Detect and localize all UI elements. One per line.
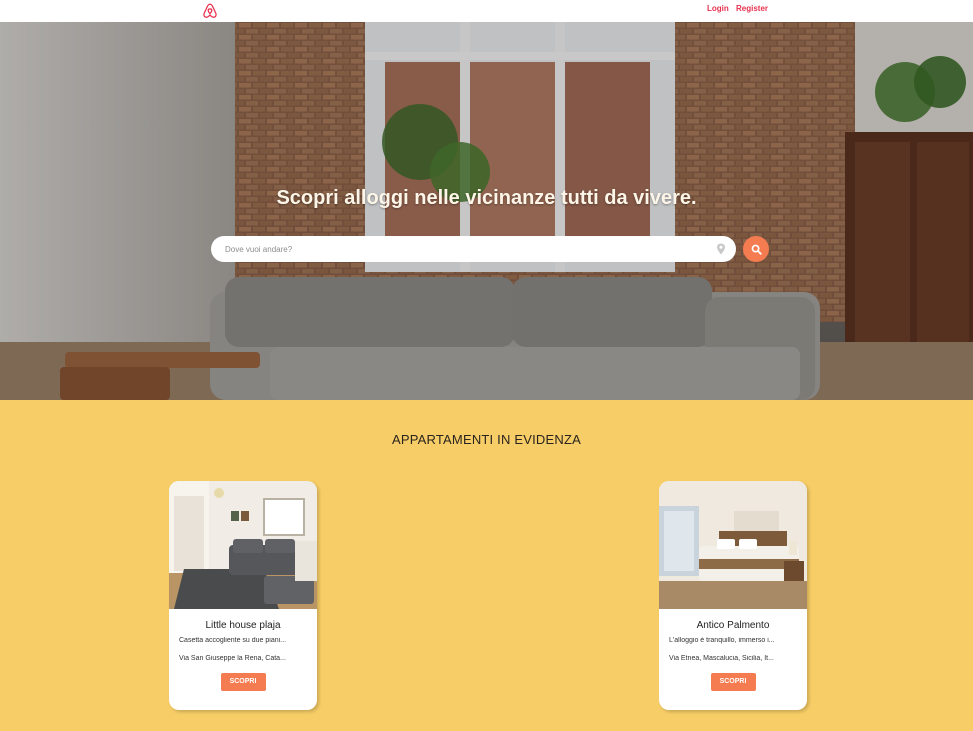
search-icon xyxy=(751,244,762,255)
hero-banner: Scopri alloggi nelle vicinanze tutti da … xyxy=(0,22,973,400)
discover-button[interactable]: SCOPRI xyxy=(710,673,756,691)
map-pin-icon xyxy=(717,243,725,255)
apartment-photo[interactable] xyxy=(169,481,317,609)
discover-button[interactable]: SCOPRI xyxy=(220,673,266,691)
card-title: Antico Palmento xyxy=(696,620,770,631)
card-description: Casetta accogliente su due piani... xyxy=(179,637,287,644)
nav-links: Login Register xyxy=(707,4,773,13)
login-link[interactable]: Login xyxy=(707,4,729,13)
card-address: Via San Giuseppe la Rena, Cata... xyxy=(179,655,286,662)
hero-title: Scopri alloggi nelle vicinanze tutti da … xyxy=(276,187,697,209)
register-link[interactable]: Register xyxy=(736,4,768,13)
featured-section-title: APPARTAMENTI IN EVIDENZA xyxy=(392,432,581,447)
airbnb-logo-icon[interactable] xyxy=(201,2,219,20)
apartment-photo[interactable] xyxy=(659,481,807,609)
search-input[interactable] xyxy=(225,236,705,262)
hero-background-image xyxy=(0,22,973,400)
card-description: L'alloggio è tranquillo, immerso i... xyxy=(669,637,775,644)
card-address: Via Etnea, Mascalucia, Sicilia, It... xyxy=(669,655,774,662)
card-title: Little house plaja xyxy=(205,620,281,631)
apartment-card[interactable]: Little house plaja Casetta accogliente s… xyxy=(169,481,317,710)
apartment-card[interactable]: Antico Palmento L'alloggio è tranquillo,… xyxy=(659,481,807,710)
search-button[interactable] xyxy=(743,236,769,262)
search-bar xyxy=(211,236,736,262)
top-navbar: Login Register xyxy=(0,0,973,22)
